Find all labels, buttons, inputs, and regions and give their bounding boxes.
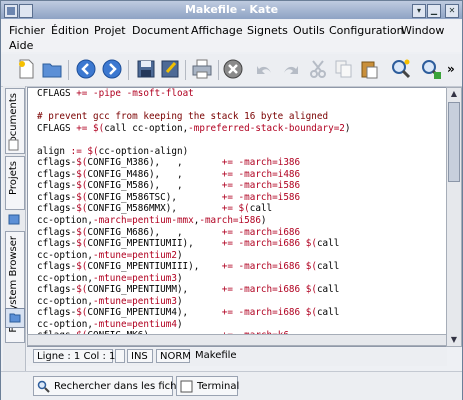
toolbar-separator xyxy=(185,60,186,80)
menu-outils[interactable]: Outils xyxy=(293,24,325,37)
side-panel-tabs: Documents Projets Filesystem Browser xyxy=(3,86,26,371)
project-icon xyxy=(8,214,20,225)
scrollbar-thumb[interactable] xyxy=(448,102,460,182)
tab-search-in-files[interactable]: Rechercher dans les fichiers xyxy=(33,376,195,396)
code-line[interactable]: cflags-$(CONFIG_M486), , += -march=i486 xyxy=(37,169,423,181)
find-icon[interactable] xyxy=(390,58,412,80)
code-line[interactable]: cflags-$(CONFIG_M686), , += -march=i686 xyxy=(37,227,423,239)
menu-projet[interactable]: Projet xyxy=(94,24,126,37)
save-icon[interactable] xyxy=(135,58,157,80)
horizontal-scrollbar[interactable] xyxy=(27,334,447,346)
status-filename: Makefile xyxy=(195,350,237,361)
menu-configuration[interactable]: Configuration xyxy=(329,24,404,37)
code-line[interactable]: cflags-$(CONFIG_M386), , += -march=i386 xyxy=(37,157,423,169)
code-line[interactable]: align := $(cc-option-align) xyxy=(37,146,423,158)
terminal-icon xyxy=(180,380,193,393)
open-folder-icon[interactable] xyxy=(41,58,63,80)
status-bar: Ligne : 1 Col : 1 INS NORM Makefile xyxy=(27,348,447,366)
tab-projets[interactable]: Projets xyxy=(5,156,25,210)
code-line[interactable]: cflags-$(CONFIG_MPENTIUMII), += -march=i… xyxy=(37,238,423,250)
window-title: Makefile - Kate xyxy=(184,3,279,16)
code-line[interactable]: cc-option,-mtune=pentium2) xyxy=(37,250,423,262)
code-line[interactable] xyxy=(37,100,423,112)
tab-terminal[interactable]: Terminal xyxy=(176,376,240,396)
toolbar-separator xyxy=(68,60,69,80)
redo-icon[interactable] xyxy=(280,58,302,80)
close-doc-icon[interactable] xyxy=(222,58,244,80)
menu-edition[interactable]: Édition xyxy=(51,24,89,37)
tab-terminal-label: Terminal xyxy=(197,381,240,392)
code-line[interactable]: cc-option,-mtune=pentium4) xyxy=(37,319,423,331)
menu-signets[interactable]: Signets xyxy=(247,24,288,37)
menu-bar: Fichier Édition Projet Document Affichag… xyxy=(1,20,462,52)
main-toolbar: » xyxy=(1,54,462,87)
kate-window: Makefile - Kate ▾ ▁ ✕ Fichier Édition Pr… xyxy=(0,0,463,400)
insert-mode: INS xyxy=(127,349,153,363)
code-line[interactable]: cflags-$(CONFIG_M586MMX), += $(call xyxy=(37,203,423,215)
code-line[interactable]: cc-option,-mtune=pentium3) xyxy=(37,296,423,308)
vertical-scrollbar[interactable]: ▲ ▼ xyxy=(446,87,462,347)
menu-document[interactable]: Document xyxy=(132,24,189,37)
code-line[interactable] xyxy=(37,134,423,146)
scroll-up-icon[interactable]: ▲ xyxy=(448,88,460,100)
scroll-down-icon[interactable]: ▼ xyxy=(448,334,460,346)
search-icon xyxy=(37,380,50,393)
copy-icon[interactable] xyxy=(333,58,355,80)
menu-fichier[interactable]: Fichier xyxy=(9,24,45,37)
toolbar-overflow-button[interactable]: » xyxy=(447,62,455,76)
close-button[interactable]: ✕ xyxy=(445,4,459,18)
menu-aide[interactable]: Aide xyxy=(9,39,33,52)
tab-search-label: Rechercher dans les fichiers xyxy=(54,381,195,392)
save-all-icon[interactable] xyxy=(159,58,181,80)
menu-window[interactable]: Window xyxy=(401,24,444,37)
code-line[interactable]: cc-option,-mtune=pentium3) xyxy=(37,273,423,285)
projets-tab-icon-holder xyxy=(5,210,23,228)
code-line[interactable]: cflags-$(CONFIG_MPENTIUMM), += -march=i6… xyxy=(37,284,423,296)
modified-indicator xyxy=(115,349,125,363)
code-line[interactable]: cflags-$(CONFIG_M586TSC), += -march=i586 xyxy=(37,192,423,204)
code-line[interactable]: # prevent gcc from keeping the stack 16 … xyxy=(37,111,423,123)
shade-button[interactable]: ▾ xyxy=(412,4,426,18)
code-line[interactable]: cflags-$(CONFIG_M586), , += -march=i586 xyxy=(37,180,423,192)
minimize-button[interactable]: ▁ xyxy=(427,4,441,18)
title-bar[interactable]: Makefile - Kate ▾ ▁ ✕ xyxy=(1,1,462,19)
paste-icon[interactable] xyxy=(358,58,380,80)
editor-area[interactable]: CFLAGS += -pipe -msoft-float # prevent g… xyxy=(27,87,447,347)
code-line[interactable]: CFLAGS += $(call cc-option,-mpreferred-s… xyxy=(37,123,423,135)
filesystem-tab-icon-holder xyxy=(5,308,25,328)
find-replace-icon[interactable] xyxy=(420,58,442,80)
forward-icon[interactable] xyxy=(101,58,123,80)
cut-icon[interactable] xyxy=(307,58,329,80)
undo-icon[interactable] xyxy=(253,58,275,80)
bottom-panel-tabs: Rechercher dans les fichiers Terminal xyxy=(1,371,462,400)
toolbar-separator xyxy=(128,60,129,80)
selection-mode: NORM xyxy=(156,349,191,363)
documents-icon xyxy=(8,139,19,151)
tab-projets-label: Projets xyxy=(8,161,19,195)
folder-icon xyxy=(9,313,21,323)
code-line[interactable]: cflags-$(CONFIG_MPENTIUMIII), += -march=… xyxy=(37,261,423,273)
code-text[interactable]: CFLAGS += -pipe -msoft-float # prevent g… xyxy=(37,88,423,346)
documents-tab-icon-holder xyxy=(5,136,23,154)
code-line[interactable]: cflags-$(CONFIG_MPENTIUM4), += -march=i6… xyxy=(37,307,423,319)
code-line[interactable]: CFLAGS += -pipe -msoft-float xyxy=(37,88,423,100)
menu-affichage[interactable]: Affichage xyxy=(191,24,243,37)
toolbar-separator xyxy=(218,60,219,80)
cursor-position: Ligne : 1 Col : 1 xyxy=(33,349,115,363)
print-icon[interactable] xyxy=(191,58,213,80)
new-file-icon[interactable] xyxy=(15,58,37,80)
code-line[interactable]: cc-option,-march=pentium-mmx,-march=i586… xyxy=(37,215,423,227)
back-icon[interactable] xyxy=(75,58,97,80)
